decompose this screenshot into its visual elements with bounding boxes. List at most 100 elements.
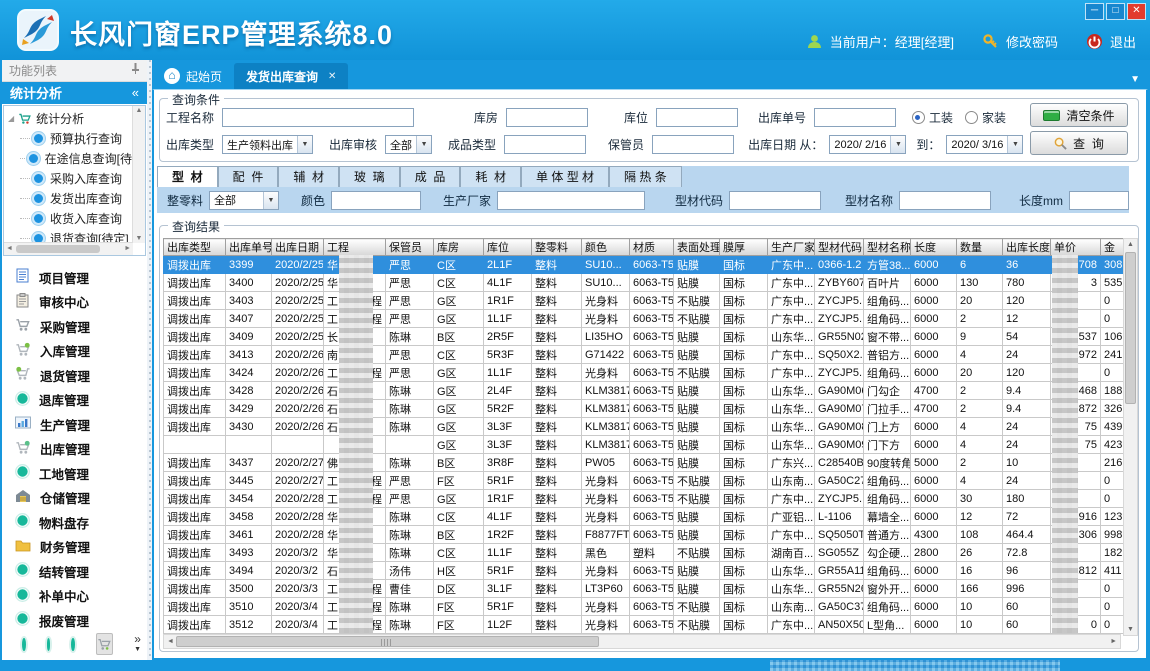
- tabbar-caret-icon[interactable]: ▼: [1130, 74, 1148, 89]
- column-header-4[interactable]: 保管员: [386, 239, 434, 256]
- material-tab-1[interactable]: 配 件: [218, 166, 279, 187]
- overflow-chevron-icon[interactable]: »▼: [134, 635, 141, 654]
- tree-root-stats[interactable]: ◢ 统计分析: [6, 108, 132, 128]
- sidebar-item-5[interactable]: 退库管理: [2, 388, 147, 413]
- column-header-7[interactable]: 整零料: [532, 239, 582, 256]
- sidebar-item-11[interactable]: 财务管理: [2, 535, 147, 560]
- cart-icon[interactable]: [96, 633, 113, 655]
- table-vertical-scrollbar[interactable]: ▲▼: [1123, 238, 1138, 636]
- change-password-link[interactable]: 修改密码: [1006, 32, 1058, 51]
- table-row[interactable]: 调拨出库34032020/2/25工 共工程严思G区1R1F整料光身料6063-…: [164, 292, 1136, 310]
- column-header-3[interactable]: 工程: [324, 239, 386, 256]
- warehouse-input[interactable]: [506, 108, 588, 127]
- table-row[interactable]: 调拨出库35002020/3/3工 共工程曹佳D区3L1F整料LT3P60606…: [164, 580, 1136, 598]
- dot-icon[interactable]: [22, 638, 26, 651]
- table-row[interactable]: 调拨出库34132020/2/26南 ...严思C区5R3F整料G7142260…: [164, 346, 1136, 364]
- sidebar-item-2[interactable]: 采购管理: [2, 314, 147, 339]
- location-input[interactable]: [656, 108, 738, 127]
- table-row[interactable]: 调拨出库34942020/3/2石 辉城汤伟H区5R1F整料光身料6063-T5…: [164, 562, 1136, 580]
- tree-item-0[interactable]: 预算执行查询: [6, 128, 132, 148]
- product-type-input[interactable]: [504, 135, 586, 154]
- column-header-16[interactable]: 数量: [957, 239, 1003, 256]
- dot-icon[interactable]: [47, 638, 51, 651]
- tree-item-2[interactable]: 采购入库查询: [6, 168, 132, 188]
- code-input[interactable]: [729, 191, 821, 210]
- column-header-9[interactable]: 材质: [630, 239, 674, 256]
- project-name-input[interactable]: [222, 108, 414, 127]
- column-header-11[interactable]: 膜厚: [720, 239, 768, 256]
- sidebar-item-0[interactable]: 项目管理: [2, 265, 147, 290]
- table-row[interactable]: 调拨出库34092020/2/25长 ...陈琳B区2R5F整料LI35HO60…: [164, 328, 1136, 346]
- search-button[interactable]: 查 询: [1030, 131, 1128, 155]
- table-row[interactable]: 调拨出库34292020/2/26石 城陈琳G区5R2F整料KLM3817606…: [164, 400, 1136, 418]
- audit-select[interactable]: 全部▼: [385, 135, 432, 154]
- table-row[interactable]: 调拨出库34582020/2/28华 原...陈琳C区4L1F整料光身料6063…: [164, 508, 1136, 526]
- table-row[interactable]: 调拨出库33992020/2/25华 原...严思C区2L1F整料SU10...…: [164, 256, 1136, 274]
- tab-home[interactable]: ⌂ 起始页: [152, 63, 234, 89]
- material-tab-4[interactable]: 成 品: [400, 166, 461, 187]
- table-row[interactable]: 调拨出库34282020/2/26石 城陈琳G区2L4F整料KLM3817606…: [164, 382, 1136, 400]
- sidebar-item-9[interactable]: 仓储管理: [2, 486, 147, 511]
- keeper-input[interactable]: [652, 135, 734, 154]
- sidebar-item-8[interactable]: 工地管理: [2, 461, 147, 486]
- column-header-5[interactable]: 库房: [434, 239, 484, 256]
- column-header-13[interactable]: 型材代码: [815, 239, 864, 256]
- dot-icon[interactable]: [71, 638, 75, 651]
- tab-close-icon[interactable]: ✕: [328, 71, 336, 82]
- clear-conditions-button[interactable]: 清空条件: [1030, 103, 1128, 127]
- table-row[interactable]: 调拨出库34452020/2/27工 共工程严思F区5R1F整料光身料6063-…: [164, 472, 1136, 490]
- column-header-0[interactable]: 出库类型: [164, 239, 226, 256]
- column-header-8[interactable]: 颜色: [582, 239, 630, 256]
- table-row[interactable]: 调拨出库34242020/2/26工 共工程严思G区1L1F整料光身料6063-…: [164, 364, 1136, 382]
- tree-vertical-scrollbar[interactable]: ▲▼: [132, 106, 145, 243]
- order-no-input[interactable]: [814, 108, 896, 127]
- sidebar-item-6[interactable]: 生产管理: [2, 412, 147, 437]
- table-row[interactable]: 调拨出库34932020/3/2华 原...陈琳C区1L1F整料黑色塑料不贴膜国…: [164, 544, 1136, 562]
- material-tab-7[interactable]: 隔 热 条: [609, 166, 682, 187]
- column-header-1[interactable]: 出库单号: [226, 239, 272, 256]
- maximize-button[interactable]: □: [1106, 3, 1125, 20]
- column-header-12[interactable]: 生产厂家: [768, 239, 815, 256]
- sidebar-item-3[interactable]: 入库管理: [2, 339, 147, 364]
- table-row[interactable]: 调拨出库35122020/3/4工 共工程陈琳F区1L2F整料光身料6063-T…: [164, 616, 1136, 634]
- material-tab-6[interactable]: 单 体 型 材: [521, 166, 609, 187]
- table-row[interactable]: G区3L3F整料KLM38176063-T5贴膜国标山东华...GA90M09.…: [164, 436, 1136, 454]
- radio-industrial[interactable]: 工装: [912, 109, 953, 126]
- minimize-button[interactable]: ─: [1085, 3, 1104, 20]
- sidebar-item-4[interactable]: 退货管理: [2, 363, 147, 388]
- sidebar-item-7[interactable]: 出库管理: [2, 437, 147, 462]
- table-horizontal-scrollbar[interactable]: ◄ ►: [163, 634, 1121, 649]
- tab-outbound-query[interactable]: 发货出库查询 ✕: [234, 63, 348, 89]
- tree-item-5[interactable]: 退货查询[待定]: [6, 228, 132, 243]
- sidebar-item-1[interactable]: 审核中心: [2, 290, 147, 315]
- collapse-icon[interactable]: «: [132, 85, 139, 100]
- tree-item-4[interactable]: 收货入库查询: [6, 208, 132, 228]
- sidebar-item-13[interactable]: 补单中心: [2, 584, 147, 609]
- table-row[interactable]: 调拨出库34542020/2/28工 共工程严思G区1R1F整料光身料6063-…: [164, 490, 1136, 508]
- factory-input[interactable]: [497, 191, 645, 210]
- table-row[interactable]: 调拨出库34302020/2/26石 城陈琳G区3L3F整料KLM3817606…: [164, 418, 1136, 436]
- sidebar-item-14[interactable]: 报废管理: [2, 608, 147, 633]
- table-row[interactable]: 调拨出库34002020/2/25华 原...严思C区4L1F整料SU10...…: [164, 274, 1136, 292]
- table-row[interactable]: 调拨出库34072020/2/25工 共工程严思G区1L1F整料光身料6063-…: [164, 310, 1136, 328]
- column-header-14[interactable]: 型材名称: [864, 239, 911, 256]
- column-header-18[interactable]: 单价: [1051, 239, 1101, 256]
- radio-home-decor[interactable]: 家装: [965, 109, 1006, 126]
- column-header-2[interactable]: 出库日期: [272, 239, 324, 256]
- column-header-17[interactable]: 出库长度: [1003, 239, 1051, 256]
- sidebar-item-10[interactable]: 物料盘存: [2, 510, 147, 535]
- material-tab-2[interactable]: 辅 材: [278, 166, 339, 187]
- column-header-10[interactable]: 表面处理: [674, 239, 720, 256]
- logout-link[interactable]: 退出: [1110, 32, 1136, 51]
- stats-group-header[interactable]: 统计分析 «: [2, 82, 147, 105]
- table-row[interactable]: 调拨出库34612020/2/28华 原...陈琳B区1R2F整料F8877FT…: [164, 526, 1136, 544]
- batch-select[interactable]: 全部▼: [209, 191, 279, 210]
- material-tab-0[interactable]: 型 材: [157, 166, 218, 187]
- date-from-picker[interactable]: 2020/ 2/16▼: [829, 135, 906, 154]
- tree-horizontal-scrollbar[interactable]: ◄►: [4, 242, 133, 255]
- name-input[interactable]: [899, 191, 991, 210]
- pin-icon[interactable]: [131, 63, 140, 77]
- tree-item-1[interactable]: 在途信息查询[待: [6, 148, 132, 168]
- length-input[interactable]: [1069, 191, 1129, 210]
- material-tab-3[interactable]: 玻 璃: [339, 166, 400, 187]
